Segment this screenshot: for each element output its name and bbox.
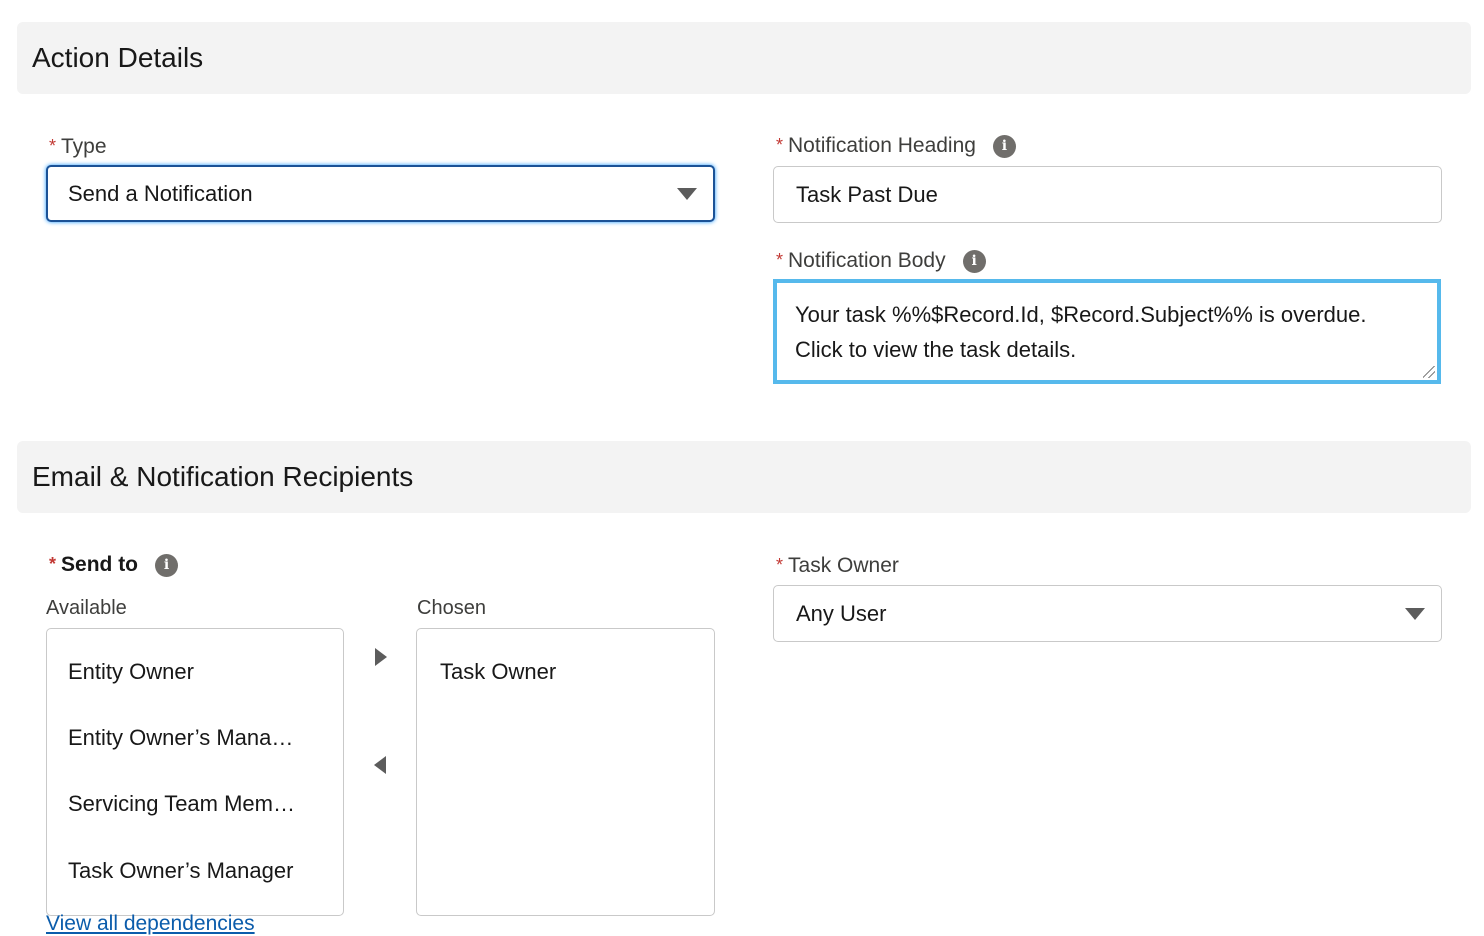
required-asterisk: * — [776, 554, 784, 575]
required-asterisk: * — [776, 134, 784, 155]
action-details-title: Action Details — [32, 42, 204, 73]
list-item[interactable]: Task Owner — [440, 659, 556, 685]
task-owner-label: * Task Owner — [776, 552, 899, 580]
required-asterisk: * — [776, 249, 784, 270]
chosen-listbox[interactable]: Task Owner — [416, 628, 715, 916]
task-owner-select-value: Any User — [796, 600, 887, 626]
task-owner-select[interactable]: Any User — [773, 585, 1442, 642]
notification-body-value: Your task %%$Record.Id, $Record.Subject%… — [795, 302, 1367, 362]
list-item[interactable]: Task Owner’s Manager — [68, 858, 293, 884]
info-icon[interactable]: i — [155, 553, 179, 577]
list-item[interactable]: Entity Owner — [68, 659, 194, 685]
chosen-label: Chosen — [417, 597, 486, 619]
info-icon[interactable]: i — [962, 249, 986, 273]
available-label: Available — [46, 597, 127, 619]
notification-heading-input[interactable]: Task Past Due — [773, 166, 1442, 223]
resize-handle-icon[interactable] — [1423, 366, 1435, 378]
move-to-available-button[interactable] — [368, 753, 392, 777]
send-to-label-text: Send to — [61, 553, 139, 576]
task-owner-label-text: Task Owner — [788, 554, 899, 577]
type-select[interactable]: Send a Notification — [46, 165, 715, 222]
chevron-down-icon — [677, 187, 697, 200]
type-select-value: Send a Notification — [68, 180, 253, 206]
notification-body-textarea[interactable]: Your task %%$Record.Id, $Record.Subject%… — [773, 279, 1441, 384]
type-label: * Type — [49, 133, 107, 161]
recipients-header: Email & Notification Recipients — [17, 441, 1471, 513]
info-icon[interactable]: i — [992, 134, 1016, 158]
list-item[interactable]: Servicing Team Mem… — [68, 791, 295, 817]
triangle-right-icon — [375, 648, 387, 666]
required-asterisk: * — [49, 553, 57, 574]
required-asterisk: * — [49, 135, 57, 156]
type-label-text: Type — [61, 135, 107, 158]
available-listbox[interactable]: Entity Owner Entity Owner’s Mana… Servic… — [46, 628, 344, 916]
view-all-dependencies-link[interactable]: View all dependencies — [46, 912, 255, 936]
notification-heading-label-text: Notification Heading — [788, 134, 976, 157]
notification-heading-label: * Notification Heading i — [776, 132, 1016, 160]
notification-heading-value: Task Past Due — [796, 181, 938, 207]
action-details-header: Action Details — [17, 22, 1471, 94]
recipients-title: Email & Notification Recipients — [32, 461, 414, 492]
list-item[interactable]: Entity Owner’s Mana… — [68, 725, 293, 751]
move-to-chosen-button[interactable] — [369, 645, 393, 669]
notification-body-label: * Notification Body i — [776, 247, 986, 275]
send-to-label: * Send to i — [49, 551, 179, 579]
triangle-left-icon — [374, 756, 386, 774]
chevron-down-icon — [1405, 607, 1425, 620]
notification-body-label-text: Notification Body — [788, 249, 946, 272]
